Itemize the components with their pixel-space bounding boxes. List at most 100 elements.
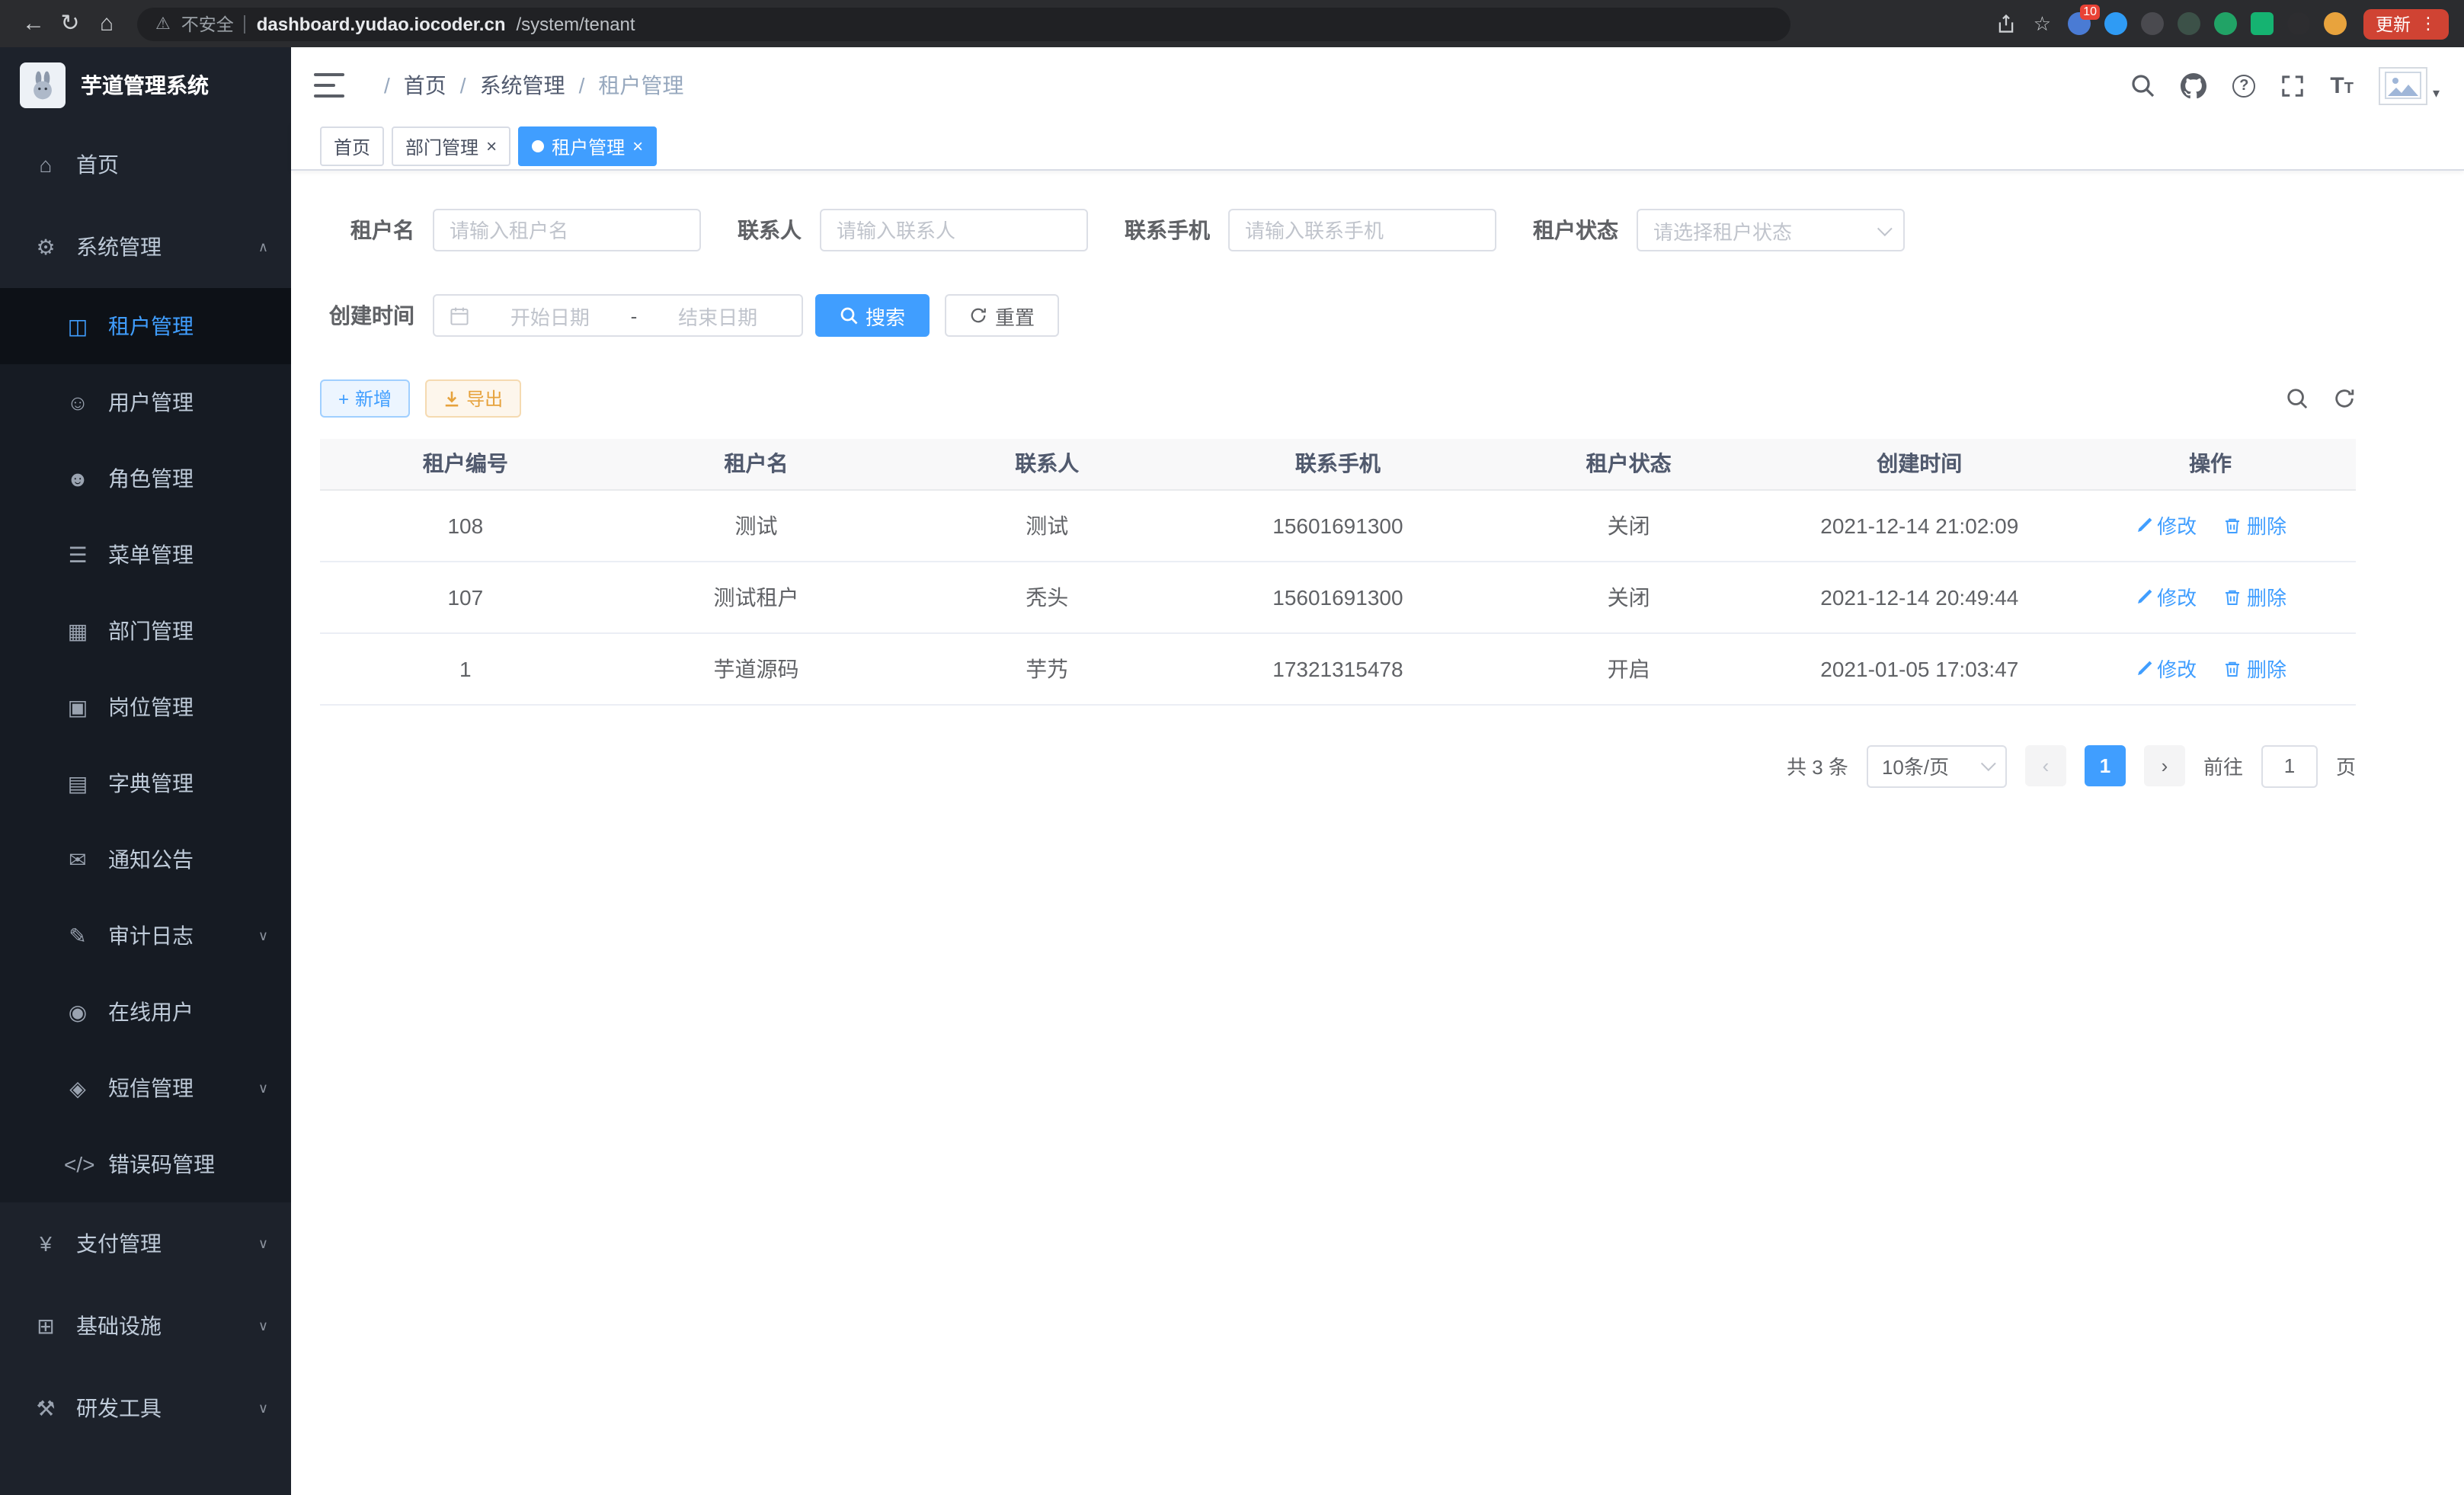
extension-icon[interactable]: [2214, 12, 2237, 35]
tab[interactable]: 租户管理 ×: [518, 126, 657, 166]
delete-button[interactable]: 删除: [2224, 582, 2286, 611]
security-label: 不安全: [181, 11, 234, 36]
topbar: / 首页 / 系统管理 / 租户管理: [291, 47, 2464, 123]
sidebar-item[interactable]: ◫ 租户管理: [0, 288, 291, 364]
extension-icon[interactable]: [2104, 12, 2127, 35]
search-submit-button[interactable]: 搜索: [815, 294, 930, 337]
extension-icon[interactable]: [2324, 12, 2347, 35]
chevron-down-icon: [1877, 220, 1893, 235]
prev-page-button[interactable]: ‹: [2025, 745, 2066, 786]
reset-button[interactable]: 重置: [945, 294, 1059, 337]
back-button[interactable]: ←: [15, 5, 52, 42]
table-header-cell: 联系人: [901, 439, 1192, 489]
menu-icon: ☰: [64, 542, 91, 568]
toggle-search-button[interactable]: [2286, 387, 2309, 410]
search-icon: [840, 306, 858, 325]
breadcrumb-link[interactable]: 租户管理: [598, 70, 683, 101]
github-button[interactable]: [2181, 72, 2206, 98]
extension-icon[interactable]: 10: [2068, 12, 2091, 35]
tab-close-icon[interactable]: ×: [632, 137, 643, 155]
date-range-picker[interactable]: 开始日期 - 结束日期: [433, 294, 803, 337]
page-number-button[interactable]: 1: [2085, 745, 2126, 786]
sidebar-item-label: 基础设施: [76, 1311, 162, 1341]
sidebar-item[interactable]: ⚒ 研发工具 ∨: [0, 1367, 291, 1449]
url-divider: [245, 14, 246, 33]
tenant-name-input[interactable]: [433, 209, 701, 251]
breadcrumb-item: / 系统管理: [446, 70, 565, 101]
search-button[interactable]: [2130, 73, 2155, 98]
update-button[interactable]: 更新 ⋮: [2363, 8, 2449, 39]
sidebar-item[interactable]: ◈ 短信管理 ∨: [0, 1050, 291, 1126]
refresh-table-button[interactable]: [2333, 387, 2356, 410]
bookmark-button[interactable]: ☆: [2034, 11, 2051, 36]
fullscreen-button[interactable]: [2281, 74, 2304, 97]
extension-icon[interactable]: [2251, 12, 2274, 35]
extension-icon[interactable]: [2141, 12, 2164, 35]
sidebar-item[interactable]: ⊞ 基础设施 ∨: [0, 1285, 291, 1367]
edit-button[interactable]: 修改: [2134, 654, 2197, 683]
phone-label: 联系手机: [1125, 215, 1210, 245]
delete-button[interactable]: 删除: [2224, 511, 2286, 539]
phone-input[interactable]: [1228, 209, 1496, 251]
edit-button[interactable]: 修改: [2134, 511, 2197, 539]
breadcrumb-link[interactable]: 首页: [404, 70, 446, 101]
tab-close-icon[interactable]: ×: [486, 137, 497, 155]
user-avatar[interactable]: ▾: [2379, 66, 2440, 104]
page-size-select[interactable]: 10条/页: [1867, 744, 2007, 787]
address-bar[interactable]: ⚠ 不安全 dashboard.yudao.iocoder.cn /system…: [137, 7, 1790, 40]
github-icon: [2181, 72, 2206, 98]
sidebar-item[interactable]: ☻ 角色管理: [0, 440, 291, 517]
sidebar-item[interactable]: ☺ 用户管理: [0, 364, 291, 440]
sidebar-item[interactable]: ¥ 支付管理 ∨: [0, 1202, 291, 1285]
sidebar-item[interactable]: ◉ 在线用户: [0, 974, 291, 1050]
status-select[interactable]: 请选择租户状态: [1637, 209, 1905, 251]
breadcrumb-separator: /: [579, 73, 585, 98]
sidebar-item[interactable]: ▤ 字典管理: [0, 745, 291, 821]
table-row[interactable]: 107 测试租户 秃头 15601691300 关闭 2021-12-14 20…: [320, 561, 2356, 632]
export-button[interactable]: 导出: [425, 379, 521, 418]
sidebar-item-label: 系统管理: [76, 232, 162, 262]
chevron-icon: ∨: [258, 1080, 268, 1096]
edit-button[interactable]: 修改: [2134, 582, 2197, 611]
tab[interactable]: 首页 ×: [320, 126, 384, 166]
filter-row-2: 创建时间 开始日期 - 结束日期 搜索: [320, 294, 2356, 337]
main-area: / 首页 / 系统管理 / 租户管理: [291, 47, 2464, 1495]
share-icon: [1997, 14, 2017, 34]
sidebar-item-label: 菜单管理: [108, 539, 194, 570]
sidebar-item[interactable]: ✎ 审计日志 ∨: [0, 898, 291, 974]
font-size-button[interactable]: TT: [2330, 74, 2354, 97]
add-button[interactable]: + 新增: [320, 379, 410, 418]
home-button[interactable]: ⌂: [88, 5, 125, 42]
extension-icon[interactable]: [2178, 12, 2200, 35]
next-page-button[interactable]: ›: [2144, 745, 2185, 786]
tab[interactable]: 部门管理 ×: [392, 126, 510, 166]
sidebar-item[interactable]: ▣ 岗位管理: [0, 669, 291, 745]
sidebar-item[interactable]: ⚙ 系统管理 ∧: [0, 206, 291, 288]
sidebar-collapse-button[interactable]: [314, 73, 344, 98]
contact-input[interactable]: [820, 209, 1088, 251]
edit-icon: [2134, 587, 2152, 606]
breadcrumb-link[interactable]: 系统管理: [480, 70, 565, 101]
help-button[interactable]: ?: [2232, 74, 2255, 97]
breadcrumb-separator: /: [460, 73, 466, 98]
share-button[interactable]: [1997, 14, 2017, 34]
goto-input[interactable]: [2261, 744, 2318, 787]
sidebar-item[interactable]: </> 错误码管理: [0, 1126, 291, 1202]
trash-icon: [2224, 516, 2242, 534]
sidebar-item[interactable]: ▦ 部门管理: [0, 593, 291, 669]
sidebar-item-label: 研发工具: [76, 1393, 162, 1423]
user-icon: ☺: [64, 390, 91, 415]
cell-actions: 修改 删除: [2065, 561, 2356, 632]
delete-button[interactable]: 删除: [2224, 654, 2286, 683]
sidebar-item[interactable]: ☰ 菜单管理: [0, 517, 291, 593]
app-logo[interactable]: 芋道管理系统: [0, 47, 291, 123]
sidebar-item[interactable]: ✉ 通知公告: [0, 821, 291, 898]
table-row[interactable]: 108 测试 测试 15601691300 关闭 2021-12-14 21:0…: [320, 489, 2356, 561]
extension-icon[interactable]: [2287, 12, 2310, 35]
sidebar-item-label: 在线用户: [108, 997, 194, 1027]
sidebar-item[interactable]: ⌂ 首页: [0, 123, 291, 206]
tab-label: 部门管理: [405, 133, 478, 159]
reload-button[interactable]: ↻: [52, 5, 88, 42]
cell-status: 关闭: [1483, 561, 1774, 632]
table-row[interactable]: 1 芋道源码 芋艿 17321315478 开启 2021-01-05 17:0…: [320, 632, 2356, 704]
